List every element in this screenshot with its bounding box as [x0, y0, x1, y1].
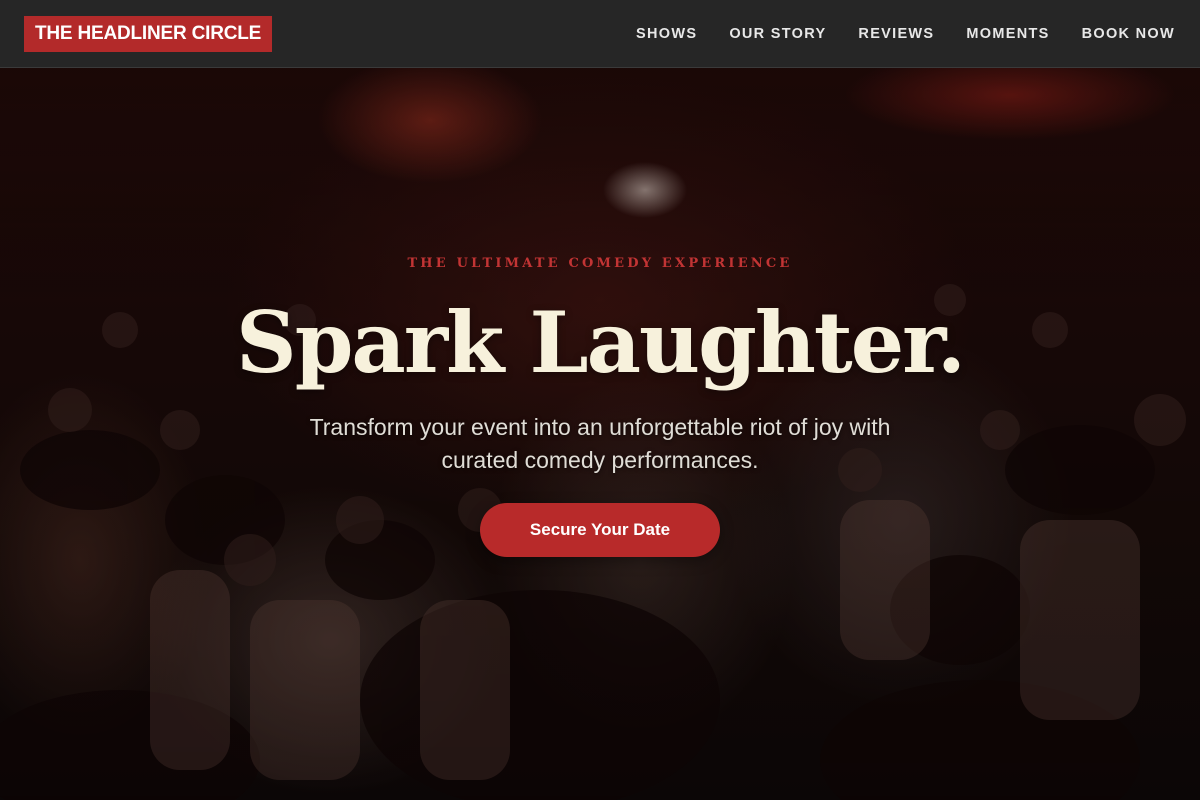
- nav-link-moments[interactable]: MOMENTS: [966, 26, 1049, 42]
- hero-subheading: Transform your event into an unforgettab…: [309, 414, 891, 473]
- main-nav: SHOWS OUR STORY REVIEWS MOMENTS BOOK NOW: [636, 0, 1175, 68]
- brand-logo[interactable]: THE HEADLINER CIRCLE: [24, 16, 273, 52]
- nav-link-reviews[interactable]: REVIEWS: [858, 26, 934, 42]
- nav-link-book-now[interactable]: BOOK NOW: [1082, 26, 1175, 42]
- nav-link-shows[interactable]: SHOWS: [636, 26, 697, 42]
- nav-link-our-story[interactable]: OUR STORY: [729, 26, 826, 42]
- site-header: THE HEADLINER CIRCLE SHOWS OUR STORY REV…: [0, 0, 1200, 68]
- hero-section: THE ULTIMATE COMEDY EXPERIENCE Spark Lau…: [0, 0, 1200, 800]
- hero-headline: Spark Laughter.: [236, 293, 966, 392]
- landing-page: THE HEADLINER CIRCLE SHOWS OUR STORY REV…: [0, 0, 1200, 800]
- hero-eyebrow: THE ULTIMATE COMEDY EXPERIENCE: [407, 256, 793, 271]
- secure-your-date-button[interactable]: Secure Your Date: [480, 503, 720, 557]
